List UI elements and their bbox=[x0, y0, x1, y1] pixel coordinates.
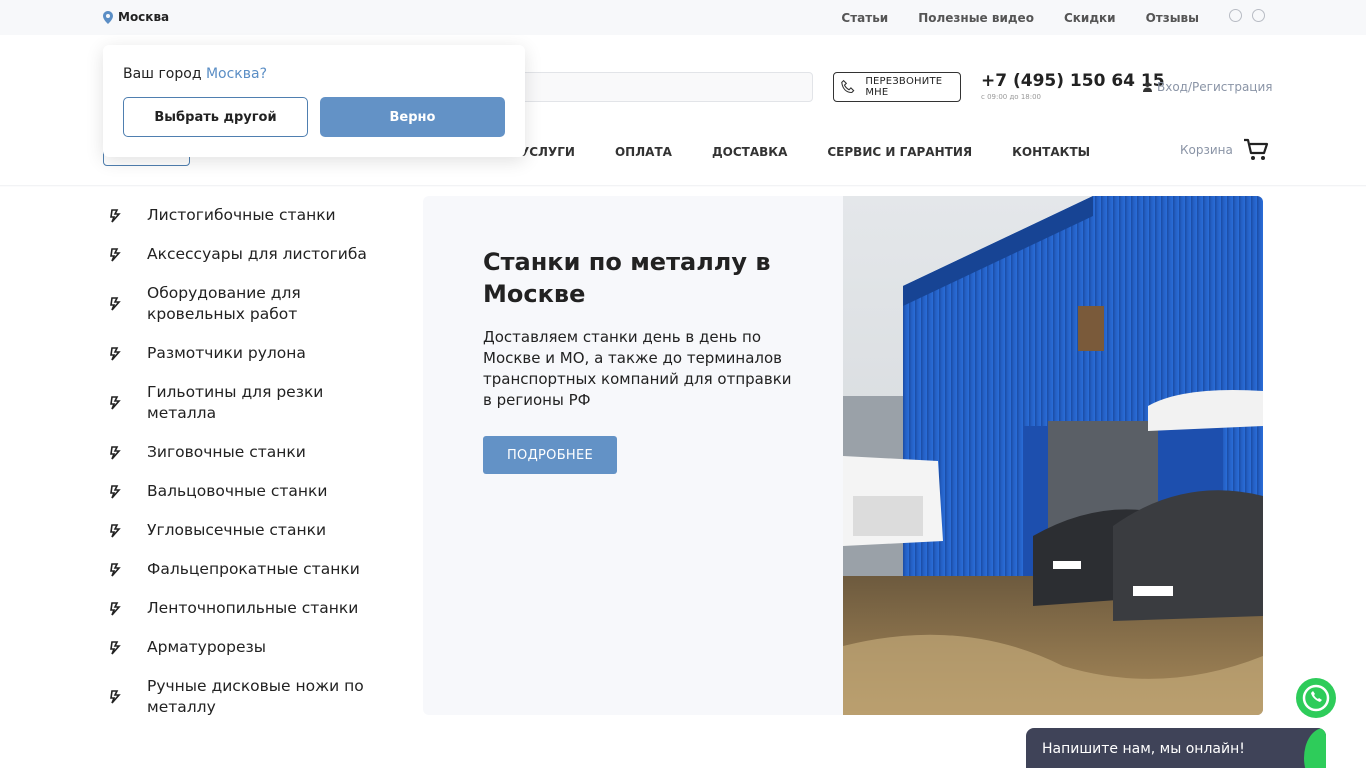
banner-text: Доставляем станки день в день по Москве … bbox=[483, 328, 792, 409]
sidebar-item-label: Угловысечные станки bbox=[147, 521, 327, 539]
tool-icon bbox=[110, 562, 121, 577]
login-link[interactable]: Вход/Регистрация bbox=[1143, 80, 1272, 94]
top-link-discounts[interactable]: Скидки bbox=[1064, 11, 1116, 25]
nav-payment[interactable]: ОПЛАТА bbox=[615, 145, 672, 159]
sidebar-item[interactable]: Угловысечные станки bbox=[103, 511, 373, 550]
online-chat-widget[interactable]: Напишите нам, мы онлайн! bbox=[1026, 728, 1326, 768]
sidebar-item[interactable]: Листогибочные станки bbox=[103, 196, 373, 235]
phone-icon bbox=[841, 79, 855, 94]
working-hours: с 09:00 до 18:00 bbox=[981, 93, 1041, 101]
login-label: Вход/Регистрация bbox=[1157, 80, 1273, 94]
sidebar-item-label: Зиговочные станки bbox=[147, 443, 306, 461]
banner-title: Станки по металлу в Москве bbox=[483, 248, 771, 308]
warehouse-photo bbox=[843, 196, 1263, 715]
tool-icon bbox=[110, 484, 121, 499]
chat-label: Напишите нам, мы онлайн! bbox=[1042, 741, 1245, 757]
city-selector[interactable]: Москва bbox=[103, 10, 169, 24]
sidebar-item[interactable]: Ленточнопильные станки bbox=[103, 589, 373, 628]
whatsapp-phone-icon bbox=[1302, 684, 1330, 712]
sidebar-item-label: Гильотины для резки металла bbox=[147, 383, 324, 422]
tool-icon bbox=[110, 208, 121, 223]
tool-icon bbox=[110, 523, 121, 538]
city-name: Москва bbox=[118, 10, 170, 24]
whatsapp-small-icon[interactable] bbox=[1252, 9, 1265, 22]
tool-icon bbox=[110, 297, 121, 311]
tool-icon bbox=[110, 445, 121, 460]
city-question-text: Ваш город bbox=[123, 66, 202, 82]
cart-icon bbox=[1243, 138, 1268, 160]
top-link-reviews[interactable]: Отзывы bbox=[1146, 11, 1199, 25]
hero-banner: Станки по металлу в Москве Доставляем ст… bbox=[423, 196, 1263, 715]
sidebar-item[interactable]: Гильотины для резки металла bbox=[103, 373, 373, 433]
sidebar-item-label: Ленточнопильные станки bbox=[147, 599, 359, 617]
nav-services[interactable]: УСЛУГИ bbox=[520, 145, 575, 159]
sidebar-item-label: Листогибочные станки bbox=[147, 206, 336, 224]
top-links: Статьи Полезные видео Скидки Отзывы bbox=[841, 11, 1199, 25]
more-button[interactable]: ПОДРОБНЕЕ bbox=[483, 436, 617, 474]
tool-icon bbox=[110, 640, 121, 655]
sidebar-item-label: Фальцепрокатные станки bbox=[147, 560, 360, 578]
chat-accent bbox=[1304, 728, 1326, 768]
city-confirm-popup: Ваш город Москва? Выбрать другой Верно bbox=[103, 45, 525, 157]
confirm-city-button[interactable]: Верно bbox=[320, 97, 505, 137]
nav-service-warranty[interactable]: СЕРВИС И ГАРАНТИЯ bbox=[827, 145, 972, 159]
phone-number[interactable]: +7 (495) 150 64 15 bbox=[981, 71, 1165, 91]
main-nav: УСЛУГИ ОПЛАТА ДОСТАВКА СЕРВИС И ГАРАНТИЯ… bbox=[520, 145, 1090, 159]
category-sidebar: Листогибочные станки Аксессуары для лист… bbox=[103, 196, 373, 727]
sidebar-item[interactable]: Вальцовочные станки bbox=[103, 472, 373, 511]
tool-icon bbox=[110, 396, 121, 410]
sidebar-item[interactable]: Зиговочные станки bbox=[103, 433, 373, 472]
sidebar-item[interactable]: Арматурорезы bbox=[103, 628, 373, 667]
telegram-icon[interactable] bbox=[1229, 9, 1242, 22]
sidebar-item-label: Арматурорезы bbox=[147, 638, 267, 656]
sidebar-item-label: Вальцовочные станки bbox=[147, 482, 328, 500]
sidebar-item[interactable]: Размотчики рулона bbox=[103, 334, 373, 373]
location-pin-icon bbox=[103, 10, 113, 24]
callback-button[interactable]: ПЕРЕЗВОНИТЕ МНЕ bbox=[833, 72, 961, 102]
sidebar-item[interactable]: Фальцепрокатные станки bbox=[103, 550, 373, 589]
user-icon bbox=[1143, 82, 1152, 92]
nav-delivery[interactable]: ДОСТАВКА bbox=[712, 145, 787, 159]
sidebar-item[interactable]: Оборудование для кровельных работ bbox=[103, 274, 373, 334]
tool-icon bbox=[110, 601, 121, 616]
sidebar-item-label: Ручные дисковые ножи по металлу bbox=[147, 677, 364, 716]
sidebar-item-label: Размотчики рулона bbox=[147, 344, 306, 362]
city-question: Ваш город Москва? bbox=[123, 66, 267, 82]
header-divider bbox=[0, 185, 1366, 187]
choose-other-city-button[interactable]: Выбрать другой bbox=[123, 97, 308, 137]
callback-label: ПЕРЕЗВОНИТЕ МНЕ bbox=[865, 76, 943, 98]
top-link-videos[interactable]: Полезные видео bbox=[918, 11, 1034, 25]
sidebar-item[interactable]: Ручные дисковые ножи по металлу bbox=[103, 667, 373, 727]
city-question-city: Москва? bbox=[205, 66, 268, 82]
search-input[interactable] bbox=[520, 72, 813, 102]
top-bar: Москва Статьи Полезные видео Скидки Отзы… bbox=[0, 0, 1366, 35]
tool-icon bbox=[110, 346, 121, 361]
top-link-articles[interactable]: Статьи bbox=[841, 11, 888, 25]
sidebar-item-label: Аксессуары для листогиба bbox=[147, 245, 367, 263]
cart-link[interactable]: Корзина bbox=[1180, 138, 1269, 162]
tool-icon bbox=[110, 247, 121, 262]
whatsapp-icon[interactable] bbox=[1296, 678, 1336, 718]
social-links bbox=[1229, 9, 1265, 22]
cart-label: Корзина bbox=[1180, 143, 1233, 157]
tool-icon bbox=[110, 690, 121, 704]
sidebar-item-label: Оборудование для кровельных работ bbox=[147, 284, 301, 323]
sidebar-item[interactable]: Аксессуары для листогиба bbox=[103, 235, 373, 274]
nav-contacts[interactable]: КОНТАКТЫ bbox=[1012, 145, 1090, 159]
